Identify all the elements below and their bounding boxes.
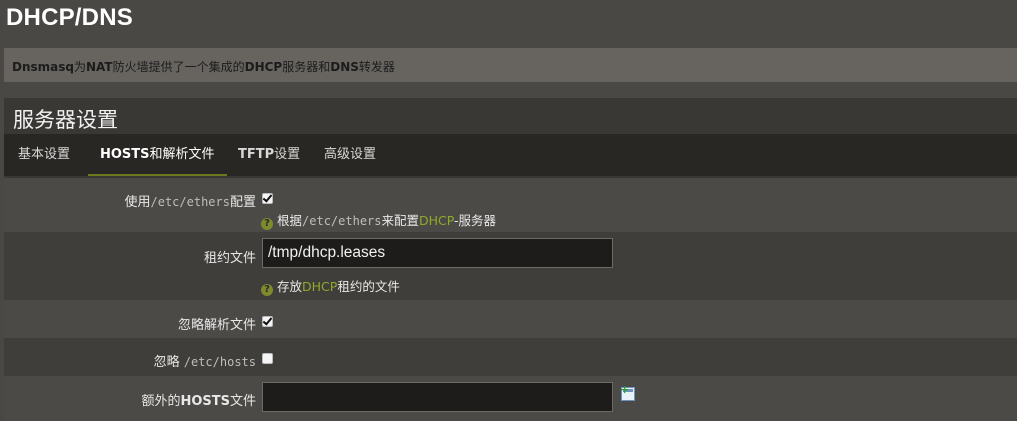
leasefile-label: 租约文件 [203, 251, 256, 266]
help-icon: ? [261, 284, 273, 296]
row-ethers: 使用/etc/ethers配置 ? 根据/etc/ethers来配置DHCP-服务… [4, 178, 1017, 232]
addnhosts-input[interactable] [262, 382, 613, 412]
section-title: 服务器设置 [13, 108, 118, 132]
row-nohosts: 忽略 /etc/hosts [4, 338, 1017, 376]
page-description: Dnsmasq为NAT防火墙提供了一个集成的DHCP服务器和DNS转发器 [4, 48, 1017, 82]
row-leasefile: 租约文件 ?存放DHCP租约的文件 [4, 232, 1017, 300]
help-icon: ? [261, 218, 273, 230]
ethers-label: 使用/etc/ethers配置 [124, 195, 256, 210]
row-noresolv: 忽略解析文件 [4, 300, 1017, 338]
tab-tftp[interactable]: TFTP设置 [226, 134, 312, 176]
add-field-icon[interactable]: + [620, 383, 635, 401]
leasefile-help: ? 存放DHCP租约的文件 [261, 276, 400, 296]
tab-advanced[interactable]: 高级设置 [312, 134, 388, 176]
page-title: DHCP/DNS [6, 4, 133, 31]
noresolv-checkbox[interactable] [262, 316, 273, 327]
tab-hosts-resolv[interactable]: HOSTS和解析文件 [88, 134, 227, 176]
leasefile-input[interactable] [262, 238, 613, 268]
tab-bar: 基本设置 HOSTS和解析文件 TFTP设置 高级设置 [4, 134, 1017, 176]
ethers-help: ? 根据/etc/ethers来配置DHCP-服务器 [261, 210, 496, 230]
nohosts-checkbox[interactable] [262, 353, 273, 364]
row-addnhosts: 额外的HOSTS文件 + [4, 376, 1017, 421]
server-settings-section: 服务器设置 基本设置 HOSTS和解析文件 TFTP设置 高级设置 使用/etc… [4, 98, 1017, 421]
nohosts-label: 忽略 /etc/hosts [153, 355, 256, 370]
addnhosts-label: 额外的HOSTS文件 [141, 394, 256, 409]
noresolv-label: 忽略解析文件 [177, 318, 256, 333]
ethers-checkbox[interactable] [262, 193, 273, 204]
tab-general[interactable]: 基本设置 [6, 134, 82, 176]
